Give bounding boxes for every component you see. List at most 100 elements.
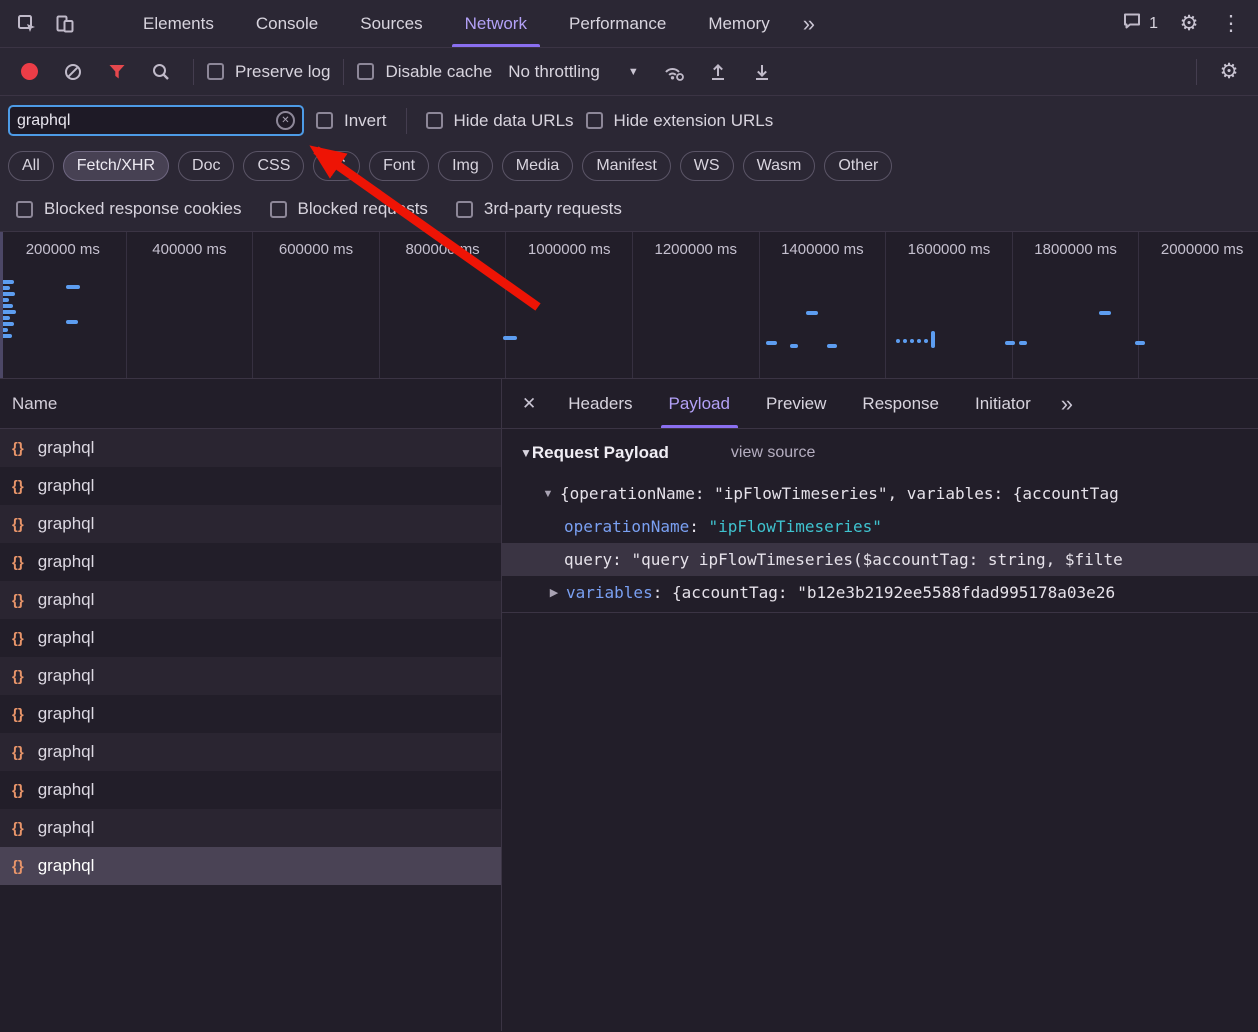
payload-operation-row[interactable]: operationName: "ipFlowTimeseries" (502, 510, 1258, 543)
expand-right-icon: ▶ (542, 586, 566, 599)
blocked-response-cookies-checkbox[interactable]: Blocked response cookies (16, 199, 242, 219)
overview-drag-handle[interactable] (0, 232, 3, 378)
timeline-label: 2000000 ms (1161, 241, 1244, 258)
clear-filter-icon[interactable]: ✕ (276, 111, 295, 130)
tab-memory[interactable]: Memory (687, 0, 790, 47)
name-column-header[interactable]: Name (0, 379, 501, 429)
request-row[interactable]: {}graphql (0, 657, 501, 695)
chip-other[interactable]: Other (824, 151, 892, 181)
divider (406, 108, 407, 134)
request-row[interactable]: {}graphql (0, 733, 501, 771)
hide-data-urls-checkbox[interactable]: Hide data URLs (426, 111, 574, 131)
payload-root-row[interactable]: ▼{operationName: "ipFlowTimeseries", var… (502, 477, 1258, 510)
invert-checkbox[interactable]: Invert (316, 111, 387, 131)
tab-label: Elements (143, 14, 214, 34)
close-icon: ✕ (522, 394, 536, 413)
tab-sources[interactable]: Sources (339, 0, 443, 47)
expand-down-icon: ▼ (536, 488, 560, 500)
import-har-button[interactable] (699, 53, 737, 91)
record-network-log-button[interactable] (10, 53, 48, 91)
chip-wasm[interactable]: Wasm (743, 151, 816, 181)
preserve-log-label: Preserve log (235, 62, 330, 82)
tab-elements[interactable]: Elements (122, 0, 235, 47)
settings-button[interactable]: ⚙ (1170, 5, 1208, 43)
timeline-label: 1600000 ms (908, 241, 991, 258)
blocked-requests-checkbox[interactable]: Blocked requests (270, 199, 428, 219)
view-source-link[interactable]: view source (731, 444, 815, 462)
disable-cache-label: Disable cache (385, 62, 492, 82)
search-button[interactable] (142, 53, 180, 91)
chip-js[interactable]: JS (313, 151, 360, 181)
payload-value: {accountTag: "b12e3b2192ee5588fdad995178… (672, 583, 1115, 602)
request-row[interactable]: {}graphql (0, 581, 501, 619)
device-toolbar-button[interactable] (46, 5, 84, 43)
request-row-selected[interactable]: {}graphql (0, 847, 501, 885)
request-row[interactable]: {}graphql (0, 429, 501, 467)
clear-network-log-button[interactable] (54, 53, 92, 91)
chip-font[interactable]: Font (369, 151, 429, 181)
filter-toggle-button[interactable] (98, 53, 136, 91)
request-row[interactable]: {} graphql (0, 809, 501, 847)
filter-input[interactable] (17, 112, 276, 130)
tab-preview[interactable]: Preview (748, 379, 844, 428)
throttling-select[interactable]: No throttling ▼ (498, 62, 649, 82)
chip-css[interactable]: CSS (243, 151, 304, 181)
tab-console[interactable]: Console (235, 0, 339, 47)
export-har-button[interactable] (743, 53, 781, 91)
payload-value: "query ipFlowTimeseries($accountTag: str… (631, 550, 1122, 569)
payload-value: "ipFlowTimeseries" (709, 517, 882, 536)
tab-payload[interactable]: Payload (651, 379, 748, 428)
payload-key: operationName (564, 517, 689, 536)
timeline-label: 1000000 ms (528, 241, 611, 258)
chip-fetch-xhr[interactable]: Fetch/XHR (63, 151, 169, 181)
close-details-button[interactable]: ✕ (508, 394, 550, 414)
request-name: graphql (38, 590, 95, 610)
chevron-double-icon: » (803, 11, 815, 36)
messages-count: 1 (1149, 15, 1158, 33)
network-conditions-button[interactable] (655, 53, 693, 91)
chip-media[interactable]: Media (502, 151, 574, 181)
menu-button[interactable]: ⋮ (1212, 5, 1250, 43)
checkbox-icon (270, 201, 287, 218)
request-row[interactable]: {}graphql (0, 543, 501, 581)
chip-ws[interactable]: WS (680, 151, 734, 181)
more-tabs-button[interactable]: » (791, 11, 827, 37)
tab-initiator[interactable]: Initiator (957, 379, 1049, 428)
request-list-panel: Name {}graphql {}graphql {}graphql {}gra… (0, 379, 502, 1031)
inspect-element-button[interactable] (8, 5, 46, 43)
hide-extension-urls-checkbox[interactable]: Hide extension URLs (586, 111, 774, 131)
request-name: graphql (38, 818, 95, 838)
resource-type-filters: All Fetch/XHR Doc CSS JS Font Img Media … (0, 145, 1258, 187)
console-drawer-messages-button[interactable]: 1 (1114, 11, 1166, 36)
more-detail-tabs-button[interactable]: » (1049, 391, 1085, 417)
preserve-log-checkbox[interactable]: Preserve log (207, 62, 330, 82)
checkbox-icon (426, 112, 443, 129)
payload-variables-row[interactable]: ▶variables: {accountTag: "b12e3b2192ee55… (502, 576, 1258, 609)
download-icon (752, 62, 772, 82)
tab-response[interactable]: Response (844, 379, 957, 428)
network-settings-button[interactable]: ⚙ (1210, 53, 1248, 91)
chip-manifest[interactable]: Manifest (582, 151, 670, 181)
request-row[interactable]: {}graphql (0, 771, 501, 809)
request-row[interactable]: {}graphql (0, 467, 501, 505)
payload-query-row[interactable]: query: "query ipFlowTimeseries($accountT… (502, 543, 1258, 576)
network-overview-timeline[interactable]: 200000 ms 400000 ms 600000 ms 800000 ms … (0, 231, 1258, 379)
request-row[interactable]: {}graphql (0, 619, 501, 657)
funnel-icon (107, 62, 127, 82)
chip-doc[interactable]: Doc (178, 151, 234, 181)
request-row[interactable]: {}graphql (0, 695, 501, 733)
braces-icon: {} (12, 820, 24, 837)
dropdown-arrow-icon: ▼ (628, 66, 639, 78)
third-party-requests-checkbox[interactable]: 3rd-party requests (456, 199, 622, 219)
tab-network[interactable]: Network (444, 0, 548, 47)
chip-all[interactable]: All (8, 151, 54, 181)
tab-headers[interactable]: Headers (550, 379, 650, 428)
request-payload-section[interactable]: ▼ Request Payload view source (502, 429, 1258, 477)
tab-performance[interactable]: Performance (548, 0, 687, 47)
request-row[interactable]: {}graphql (0, 505, 501, 543)
timeline-label: 400000 ms (152, 241, 226, 258)
chip-img[interactable]: Img (438, 151, 493, 181)
request-name: graphql (38, 780, 95, 800)
disable-cache-checkbox[interactable]: Disable cache (357, 62, 492, 82)
third-party-label: 3rd-party requests (484, 199, 622, 219)
